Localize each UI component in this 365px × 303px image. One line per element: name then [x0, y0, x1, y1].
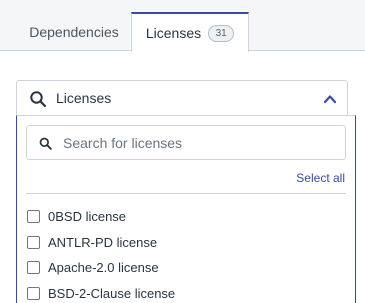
licenses-dropdown-toggle[interactable]: Licenses	[16, 80, 348, 116]
license-checkbox[interactable]	[27, 286, 40, 300]
tab-dependencies[interactable]: Dependencies	[18, 12, 130, 51]
license-option[interactable]: BSD-2-Clause license	[27, 281, 347, 303]
license-search-box	[26, 125, 346, 160]
search-icon	[30, 91, 47, 108]
divider	[26, 193, 346, 194]
license-option-label: Apache-2.0 license	[48, 260, 159, 276]
license-option-label: 0BSD license	[48, 209, 127, 225]
license-option[interactable]: ANTLR-PD license	[27, 230, 347, 256]
license-option[interactable]: 0BSD license	[27, 204, 347, 230]
tab-licenses-label: Licenses	[145, 25, 202, 41]
tab-bar: Dependencies Licenses 31	[0, 0, 365, 52]
license-option-label: ANTLR-PD license	[48, 234, 158, 250]
license-list: 0BSD license ANTLR-PD license Apache-2.0…	[27, 204, 347, 303]
tab-licenses[interactable]: Licenses 31	[131, 12, 249, 52]
dropdown-title: Licenses	[56, 90, 112, 106]
license-option[interactable]: Apache-2.0 license	[27, 255, 347, 281]
licenses-dropdown-panel: Select all 0BSD license ANTLR-PD license…	[16, 115, 356, 303]
license-checkbox[interactable]	[27, 261, 40, 275]
chevron-up-icon[interactable]	[323, 92, 337, 106]
search-icon	[39, 137, 52, 150]
license-checkbox[interactable]	[27, 210, 40, 224]
select-all-link[interactable]: Select all	[296, 171, 345, 185]
license-checkbox[interactable]	[27, 235, 40, 249]
licenses-count-badge: 31	[208, 24, 235, 42]
license-option-label: BSD-2-Clause license	[48, 285, 176, 301]
license-search-input[interactable]	[63, 132, 333, 154]
tab-dependencies-label: Dependencies	[29, 23, 119, 40]
